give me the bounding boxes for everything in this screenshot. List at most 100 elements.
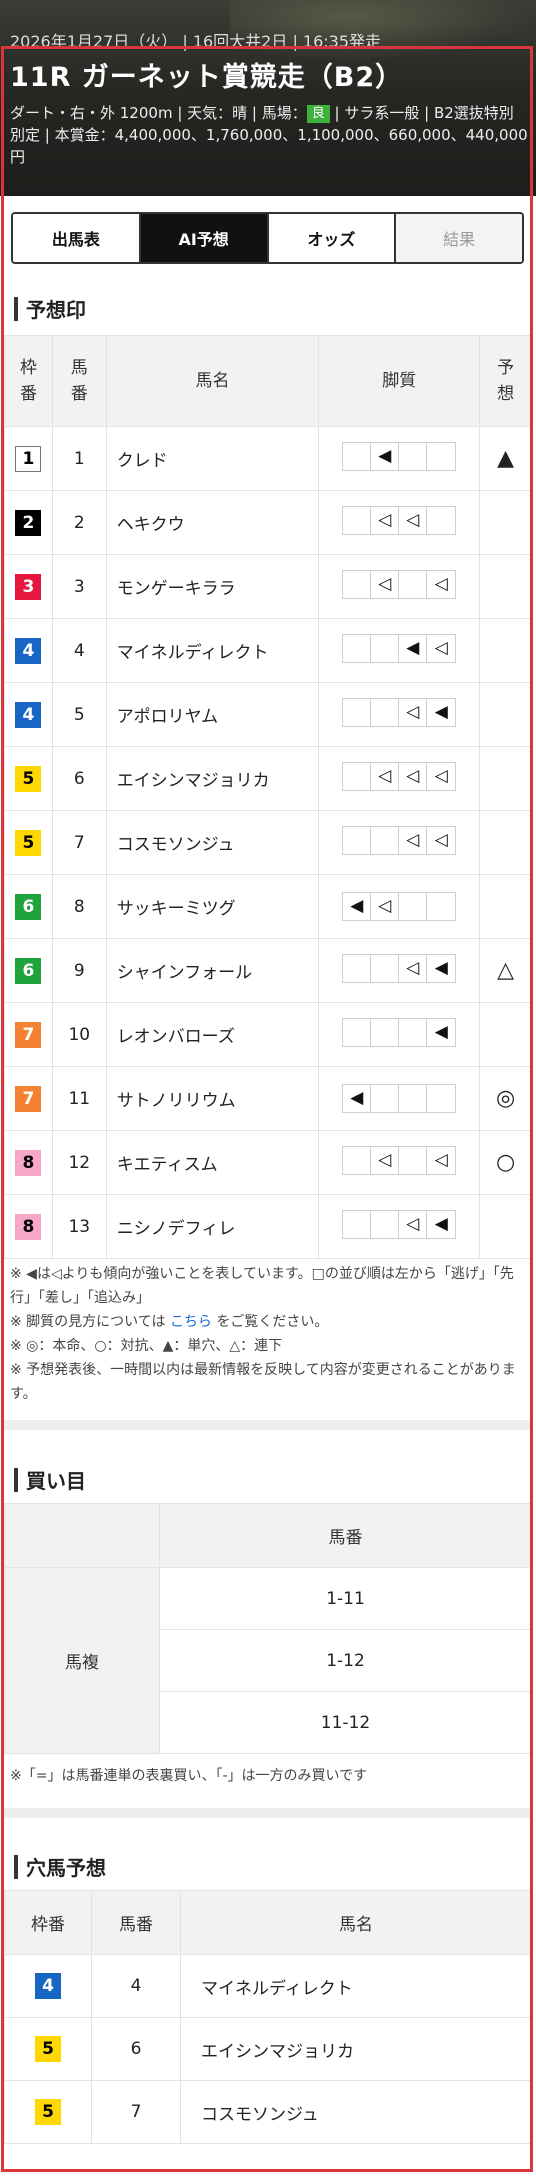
section-bar bbox=[14, 1467, 18, 1492]
umaban-cell: 5 bbox=[51, 682, 107, 747]
kyakushitsu-box: ◁ bbox=[399, 1211, 428, 1238]
kyakushitsu-cell: ◀ ◁ bbox=[318, 618, 481, 683]
waku-badge: 4 bbox=[15, 701, 42, 728]
race-header: 2026年1月27日（火） | 16回大井2日 | 16:35発走 11R ガー… bbox=[0, 0, 536, 196]
kyakushitsu-box: ◁ bbox=[434, 638, 448, 658]
kyakushitsu-box bbox=[343, 443, 372, 470]
horse-name[interactable]: ニシノデフィレ bbox=[105, 1194, 320, 1259]
kyakushitsu-box: ◀ bbox=[371, 443, 400, 470]
kyakushitsu-box bbox=[399, 443, 428, 470]
umaban-cell: 6 bbox=[51, 746, 107, 811]
horse-name[interactable]: レオンバローズ bbox=[105, 1002, 320, 1067]
kyakushitsu-box: ◁ bbox=[434, 830, 448, 850]
track-condition-badge: 良 bbox=[306, 105, 330, 123]
horse-name[interactable]: シャインフォール bbox=[105, 938, 320, 1003]
buy-header-umaban: 馬番 bbox=[159, 1503, 532, 1568]
section-separator bbox=[4, 1808, 532, 1818]
waku-badge: 4 bbox=[35, 1973, 61, 1999]
kyakushitsu-cell: ◀ ◁ bbox=[318, 874, 481, 939]
waku-cell: 6 bbox=[4, 874, 53, 939]
kyakushitsu-box bbox=[371, 1211, 400, 1238]
kyakushitsu-box: ◁ bbox=[399, 955, 428, 982]
dark-horse-row: 4 4 マイネルディレクト bbox=[4, 1954, 532, 2018]
horse-name[interactable]: エイシンマジョリカ bbox=[105, 746, 320, 811]
prediction-mark bbox=[479, 554, 532, 619]
kyakushitsu-box: ◁ bbox=[371, 507, 400, 534]
horse-row: 7 10 レオンバローズ ◀ bbox=[4, 1002, 532, 1067]
kyakushitsu-box: ◀ bbox=[434, 1214, 448, 1234]
kyakushitsu-box bbox=[343, 635, 372, 662]
horse-name[interactable]: キエティスム bbox=[105, 1130, 320, 1195]
note-line: ※ ◀は◁よりも傾向が強いことを表しています。□の並び順は左から「逃げ」「先行」… bbox=[10, 1266, 514, 1306]
note-line: ※ ◎：本命、○：対抗、▲：単穴、△：連下 bbox=[10, 1338, 283, 1354]
race-date: 2026年1月27日（火） | 16回大井2日 | 16:35発走 bbox=[10, 32, 382, 51]
horse-name[interactable]: コスモソンジュ bbox=[180, 2080, 532, 2144]
kyakushitsu-box bbox=[371, 1019, 400, 1046]
kyakushitsu-box bbox=[343, 1019, 372, 1046]
prediction-mark bbox=[479, 1194, 532, 1259]
prediction-notes: ※ ◀は◁よりも傾向が強いことを表しています。□の並び順は左から「逃げ」「先行」… bbox=[10, 1262, 520, 1406]
kyakushitsu-box bbox=[343, 763, 372, 790]
prediction-mark bbox=[479, 746, 532, 811]
prediction-mark: △ bbox=[479, 938, 532, 1003]
kyakushitsu-cell: ◀ bbox=[318, 1002, 481, 1067]
horse-name[interactable]: マイネルディレクト bbox=[180, 1954, 532, 2018]
kyakushitsu-cell: ◁ ◀ bbox=[318, 1194, 481, 1259]
waku-cell: 7 bbox=[4, 1002, 53, 1067]
tab-ai-prediction[interactable]: AI予想 bbox=[140, 214, 269, 262]
umaban-cell: 7 bbox=[91, 2080, 181, 2144]
horse-row: 2 2 ヘキクウ ◁ ◁ bbox=[4, 490, 532, 555]
kyakushitsu-box: ◁ bbox=[434, 1150, 448, 1170]
kyakushitsu-box bbox=[343, 571, 372, 598]
kyakushitsu-help-link[interactable]: こちら bbox=[170, 1314, 212, 1330]
note-text: をご覧ください。 bbox=[211, 1314, 329, 1330]
horse-row: 5 6 エイシンマジョリカ ◁ ◁ ◁ bbox=[4, 746, 532, 811]
waku-cell: 4 bbox=[4, 682, 53, 747]
header-umaban: 馬 番 bbox=[51, 335, 107, 427]
horse-name[interactable]: コスモソンジュ bbox=[105, 810, 320, 875]
prediction-section-title: 予想印 bbox=[14, 294, 86, 323]
horse-name[interactable]: クレド bbox=[105, 426, 320, 491]
dh-header-waku: 枠番 bbox=[4, 1890, 92, 1955]
kyakushitsu-box: ◀ bbox=[343, 1085, 372, 1112]
horse-name[interactable]: エイシンマジョリカ bbox=[180, 2017, 532, 2081]
waku-badge: 6 bbox=[15, 893, 42, 920]
tab-shutuba[interactable]: 出馬表 bbox=[13, 214, 141, 262]
kyakushitsu-box: ◁ bbox=[434, 574, 448, 594]
horse-name[interactable]: モンゲーキララ bbox=[105, 554, 320, 619]
kyakushitsu-box bbox=[371, 827, 400, 854]
waku-badge: 5 bbox=[15, 829, 42, 856]
kyakushitsu-box bbox=[399, 1085, 428, 1112]
horse-name[interactable]: サッキーミツグ bbox=[105, 874, 320, 939]
race-info-prefix: ダート・右・外 1200m | 天気：晴 | 馬場： bbox=[10, 104, 307, 122]
umaban-cell: 10 bbox=[51, 1002, 107, 1067]
kyakushitsu-cell: ◁ ◁ bbox=[318, 810, 481, 875]
kyakushitsu-boxes: ◁ ◀ bbox=[342, 954, 457, 983]
kyakushitsu-box bbox=[399, 1019, 428, 1046]
horse-name[interactable]: マイネルディレクト bbox=[105, 618, 320, 683]
horse-name[interactable]: ヘキクウ bbox=[105, 490, 320, 555]
horse-row: 8 12 キエティスム ◁ ◁ ○ bbox=[4, 1130, 532, 1195]
waku-badge: 4 bbox=[15, 637, 42, 664]
prediction-mark bbox=[479, 1002, 532, 1067]
umaban-cell: 9 bbox=[51, 938, 107, 1003]
waku-cell: 5 bbox=[4, 2017, 92, 2081]
horse-row: 3 3 モンゲーキララ ◁ ◁ bbox=[4, 554, 532, 619]
buy-combo: 11-12 bbox=[159, 1691, 532, 1754]
kyakushitsu-cell: ◁ ◀ bbox=[318, 682, 481, 747]
kyakushitsu-box bbox=[427, 1085, 455, 1112]
race-tabs: 出馬表 AI予想 オッズ 結果 bbox=[11, 212, 524, 264]
kyakushitsu-boxes: ◀ bbox=[342, 442, 457, 471]
horse-row: 6 8 サッキーミツグ ◀ ◁ bbox=[4, 874, 532, 939]
horse-name[interactable]: アポロリヤム bbox=[105, 682, 320, 747]
tab-odds[interactable]: オッズ bbox=[268, 214, 397, 262]
kyakushitsu-box: ◁ bbox=[399, 763, 428, 790]
dark-horse-section-label: 穴馬予想 bbox=[26, 1856, 106, 1880]
prediction-mark: ○ bbox=[479, 1130, 532, 1195]
header-waku: 枠 番 bbox=[4, 335, 53, 427]
umaban-cell: 13 bbox=[51, 1194, 107, 1259]
horse-name[interactable]: サトノリリウム bbox=[105, 1066, 320, 1131]
kyakushitsu-boxes: ◀ ◁ bbox=[342, 634, 457, 663]
kyakushitsu-box: ◀ bbox=[434, 702, 448, 722]
kyakushitsu-cell: ◁ ◁ bbox=[318, 554, 481, 619]
